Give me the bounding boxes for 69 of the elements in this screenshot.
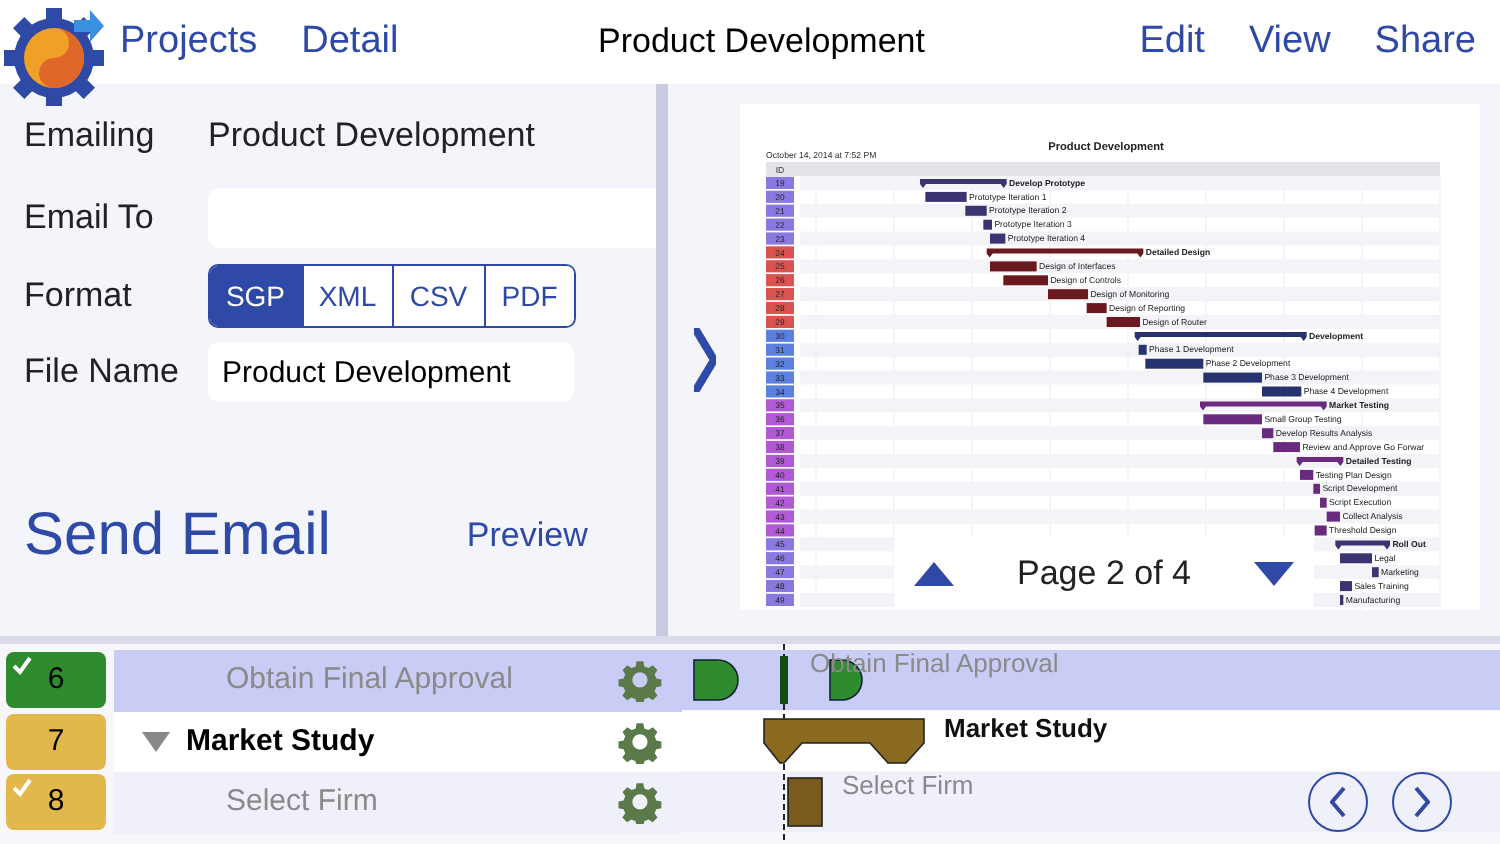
gantt-task-bar bbox=[1313, 483, 1320, 494]
chevron-right-icon[interactable] bbox=[693, 328, 715, 392]
gantt-task-bar bbox=[1262, 386, 1302, 397]
page-indicator: Page 2 of 4 bbox=[1017, 551, 1191, 596]
checkmark-icon bbox=[12, 656, 32, 677]
chart-task-label: Select Firm bbox=[842, 770, 974, 800]
gantt-task-bar bbox=[1138, 344, 1147, 355]
gantt-task-bar bbox=[983, 219, 992, 230]
gantt-summary-bar bbox=[920, 179, 1007, 188]
gantt-task-bar bbox=[925, 191, 967, 202]
gantt-task-bar bbox=[1262, 428, 1274, 439]
field-label: File Name bbox=[24, 350, 181, 395]
task-name: Select Firm bbox=[224, 782, 380, 822]
send-email-button[interactable]: Send Email bbox=[24, 506, 331, 566]
previous-page-icon[interactable] bbox=[914, 561, 954, 585]
projects-link[interactable]: Projects bbox=[120, 13, 258, 71]
nav-action-link[interactable]: Edit bbox=[1139, 13, 1205, 71]
gantt-task-bar bbox=[1003, 275, 1048, 286]
task-name: Obtain Final Approval bbox=[224, 660, 515, 700]
screen-title: Product Development bbox=[598, 20, 925, 64]
gantt-summary-bar bbox=[1335, 540, 1390, 550]
task-number: 8 bbox=[47, 782, 65, 822]
detail-link[interactable]: Detail bbox=[301, 13, 399, 71]
nav-action-link[interactable]: Share bbox=[1374, 13, 1476, 71]
gantt-task-bar bbox=[1340, 581, 1352, 592]
preview-link[interactable]: Preview bbox=[466, 510, 588, 562]
gantt-task-bar bbox=[1320, 497, 1327, 508]
gantt-task-bar bbox=[1106, 317, 1140, 327]
gear-icon[interactable] bbox=[618, 780, 662, 825]
task-number: 6 bbox=[47, 660, 65, 700]
gantt-task-bar bbox=[1145, 358, 1204, 369]
gantt-task-bar bbox=[990, 261, 1037, 272]
gantt-task-bar bbox=[1273, 442, 1300, 453]
gantt-task-bar bbox=[1300, 469, 1314, 480]
checkmark-icon bbox=[12, 778, 32, 799]
gantt-task-bar bbox=[1203, 414, 1262, 425]
chart-task-label: Obtain Final Approval bbox=[810, 648, 1059, 678]
field-label: Email To bbox=[24, 196, 156, 241]
gantt-summary-bar bbox=[1296, 457, 1344, 466]
task-row[interactable]: Market Study bbox=[114, 711, 682, 772]
scroll-right-button[interactable] bbox=[1392, 772, 1452, 832]
gantt-task-bar bbox=[990, 233, 1006, 244]
gantt-task-bar bbox=[1203, 372, 1262, 383]
gear-icon[interactable] bbox=[618, 658, 662, 703]
chevron-right-icon bbox=[1414, 786, 1430, 818]
format-segment[interactable]: SGP bbox=[210, 266, 301, 326]
gantt-summary-bar bbox=[1200, 401, 1327, 411]
chart-task-label: Market Study bbox=[944, 713, 1108, 743]
scroll-left-button[interactable] bbox=[1308, 772, 1368, 832]
format-segment[interactable]: PDF bbox=[483, 266, 574, 326]
gantt-task-bar bbox=[1086, 303, 1107, 314]
gantt-task-bar bbox=[1048, 289, 1088, 300]
gantt-task-bar bbox=[965, 205, 987, 216]
chevron-left-icon bbox=[1330, 786, 1346, 818]
gantt-task-bar bbox=[1326, 511, 1340, 522]
task-number: 7 bbox=[47, 721, 65, 761]
task-name: Market Study bbox=[186, 721, 377, 761]
gear-icon[interactable] bbox=[618, 719, 662, 764]
gantt-task-bar bbox=[1314, 525, 1327, 536]
gantt-task-bar bbox=[1372, 567, 1379, 578]
gantt-task-bar bbox=[1340, 553, 1372, 564]
expand-triangle-icon[interactable] bbox=[142, 731, 170, 752]
nav-action-link[interactable]: View bbox=[1248, 13, 1331, 71]
file-name-field[interactable]: Product Development bbox=[208, 342, 574, 402]
next-page-icon[interactable] bbox=[1254, 561, 1294, 585]
field-label: Emailing bbox=[24, 114, 157, 159]
email-to-field[interactable] bbox=[208, 188, 656, 248]
field-label: Format bbox=[24, 274, 134, 319]
field-value: Product Development bbox=[208, 114, 535, 159]
